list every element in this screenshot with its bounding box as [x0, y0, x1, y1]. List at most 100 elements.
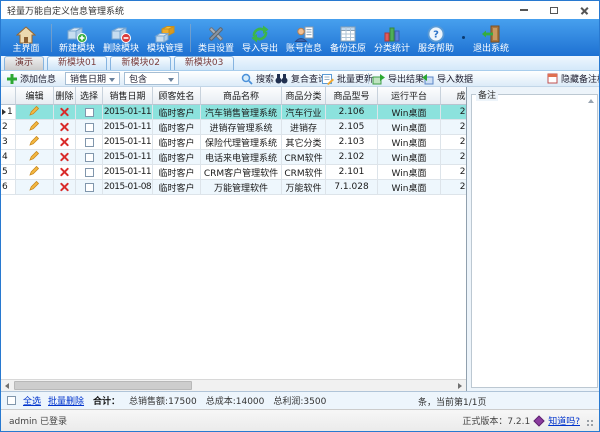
minimize-button[interactable] [509, 1, 539, 19]
scrollbar-thumb[interactable] [14, 381, 192, 390]
bar-chart-icon [381, 24, 403, 44]
row-checkbox[interactable] [85, 108, 94, 117]
import-data-button[interactable]: 导入数据 [421, 71, 473, 86]
toolbar-button-main[interactable]: 主界面 [4, 21, 48, 55]
table-row[interactable]: 3 2015-01-11 临时客户 保险代理管理系统 其它分类 2.103 Wi… [1, 135, 467, 150]
cell-model: 2.102 [326, 150, 378, 165]
toolbar-button-help[interactable]: ? 服务帮助 [414, 21, 458, 55]
edit-icon[interactable] [29, 180, 40, 194]
delete-icon[interactable] [60, 108, 69, 117]
cell-date: 2015-01-11 [103, 135, 153, 150]
main-toolbar: 主界面 新建模块 删除模块 模块管理 类目设置 [1, 19, 599, 56]
column-header-platform[interactable]: 运行平台 [378, 87, 441, 105]
toolbar-button-new-module[interactable]: 新建模块 [55, 21, 99, 55]
row-checkbox[interactable] [85, 153, 94, 162]
edit-icon[interactable] [29, 165, 40, 179]
scroll-right-button[interactable] [454, 380, 466, 391]
toolbar-button-account-info[interactable]: 账号信息 [282, 21, 326, 55]
edit-icon[interactable] [29, 105, 40, 119]
row-checkbox[interactable] [85, 138, 94, 147]
tab-module-02[interactable]: 新模块02 [110, 56, 170, 70]
maximize-button[interactable] [539, 1, 569, 19]
toolbar-button-category-settings[interactable]: 类目设置 [194, 21, 238, 55]
cell-product: 电话来电管理系统 [201, 150, 282, 165]
delete-icon[interactable] [60, 153, 69, 162]
column-header-category[interactable]: 商品分类 [282, 87, 326, 105]
delete-icon[interactable] [60, 183, 69, 192]
tab-module-01[interactable]: 新模块01 [47, 56, 107, 70]
toolbar-label: 类目设置 [198, 44, 234, 55]
export-icon [372, 73, 385, 85]
toolbar-separator [190, 24, 191, 52]
cell-model: 2.105 [326, 120, 378, 135]
tab-demo[interactable]: 演示 [4, 56, 44, 70]
column-header-date[interactable]: 销售日期 [103, 87, 153, 105]
scroll-up-icon[interactable] [588, 99, 594, 103]
tab-module-03[interactable]: 新模块03 [174, 56, 234, 70]
delete-icon[interactable] [60, 168, 69, 177]
export-results-button[interactable]: 导出结果 [372, 71, 424, 86]
cell-category: 进销存 [282, 120, 326, 135]
toolbar-button-stats[interactable]: 分类统计 [370, 21, 414, 55]
column-header-model[interactable]: 商品型号 [326, 87, 378, 105]
toolbar-button-import-export[interactable]: 导入导出 [238, 21, 282, 55]
row-checkbox[interactable] [85, 183, 94, 192]
know-link[interactable]: 知道吗? [548, 414, 580, 427]
field-select[interactable]: 销售日期 [65, 72, 120, 85]
help-icon: ? [425, 24, 447, 44]
table-row[interactable]: 1 2015-01-11 临时客户 汽车销售管理系统 汽车行业 2.106 Wi… [1, 105, 467, 120]
toolbar-button-exit[interactable]: 退出系统 [469, 21, 513, 55]
column-header-edit[interactable]: 编辑 [16, 87, 54, 105]
edit-icon[interactable] [29, 120, 40, 134]
resize-grip[interactable] [585, 418, 594, 427]
toolbar-button-delete-module[interactable]: 删除模块 [99, 21, 143, 55]
status-right: 正式版本：7.2.1 知道吗? [462, 414, 594, 427]
cell-platform: Win桌面 [378, 180, 441, 195]
table-row[interactable]: 6 2015-01-08 临时客户 万能管理软件 万能软件 7.1.028 Wi… [1, 180, 467, 195]
edit-icon[interactable] [29, 150, 40, 164]
table-row[interactable]: 5 2015-01-11 临时客户 CRM客户管理软件 CRM软件 2.101 … [1, 165, 467, 180]
select-all-link[interactable]: 全选 [23, 394, 41, 407]
horizontal-scrollbar[interactable] [1, 379, 466, 391]
import-export-icon [249, 24, 271, 44]
remarks-textarea[interactable] [471, 94, 598, 388]
scroll-right-icon [458, 383, 462, 389]
delete-icon[interactable] [60, 123, 69, 132]
cell-customer: 临时客户 [153, 150, 201, 165]
column-header-delete[interactable]: 删除 [54, 87, 76, 105]
edit-icon[interactable] [29, 135, 40, 149]
toolbar-button-backup-restore[interactable]: 备份还原 [326, 21, 370, 55]
cell-platform: Win桌面 [378, 150, 441, 165]
compound-query-button[interactable]: 复合查询 [275, 71, 327, 86]
table-row[interactable]: 2 2015-01-11 临时客户 进销存管理系统 进销存 2.105 Win桌… [1, 120, 467, 135]
close-button[interactable] [569, 1, 599, 19]
select-all-checkbox[interactable] [7, 396, 16, 405]
cell-date: 2015-01-11 [103, 150, 153, 165]
scroll-left-button[interactable] [1, 380, 13, 391]
add-info-button[interactable]: 添加信息 [7, 71, 56, 86]
delete-icon[interactable] [60, 138, 69, 147]
batch-delete-link[interactable]: 批量删除 [48, 394, 84, 407]
column-header-index[interactable] [1, 87, 16, 105]
tab-bar: 演示 新模块01 新模块02 新模块03 [1, 56, 599, 71]
filter-separator [270, 73, 271, 84]
toolbar-label: 账号信息 [286, 44, 322, 55]
table-row[interactable]: 4 2015-01-11 临时客户 电话来电管理系统 CRM软件 2.102 W… [1, 150, 467, 165]
cell-category: CRM软件 [282, 165, 326, 180]
cell-customer: 临时客户 [153, 135, 201, 150]
form-pencil-icon [322, 73, 334, 85]
svg-text:?: ? [433, 29, 439, 40]
row-checkbox[interactable] [85, 123, 94, 132]
batch-update-button[interactable]: 批量更新 [322, 71, 373, 86]
delete-module-icon [110, 24, 132, 44]
cell-cost: 20 [441, 150, 467, 165]
toolbar-button-module-manage[interactable]: 模块管理 [143, 21, 187, 55]
hide-remarks-button[interactable]: 隐藏备注框 [547, 71, 600, 86]
column-header-customer[interactable]: 顾客姓名 [153, 87, 201, 105]
row-checkbox[interactable] [85, 168, 94, 177]
cell-customer: 临时客户 [153, 120, 201, 135]
column-header-select[interactable]: 选择 [76, 87, 103, 105]
operator-select[interactable]: 包含 [124, 72, 179, 85]
column-header-cost[interactable]: 成本 [441, 87, 467, 105]
column-header-product[interactable]: 商品名称 [201, 87, 282, 105]
